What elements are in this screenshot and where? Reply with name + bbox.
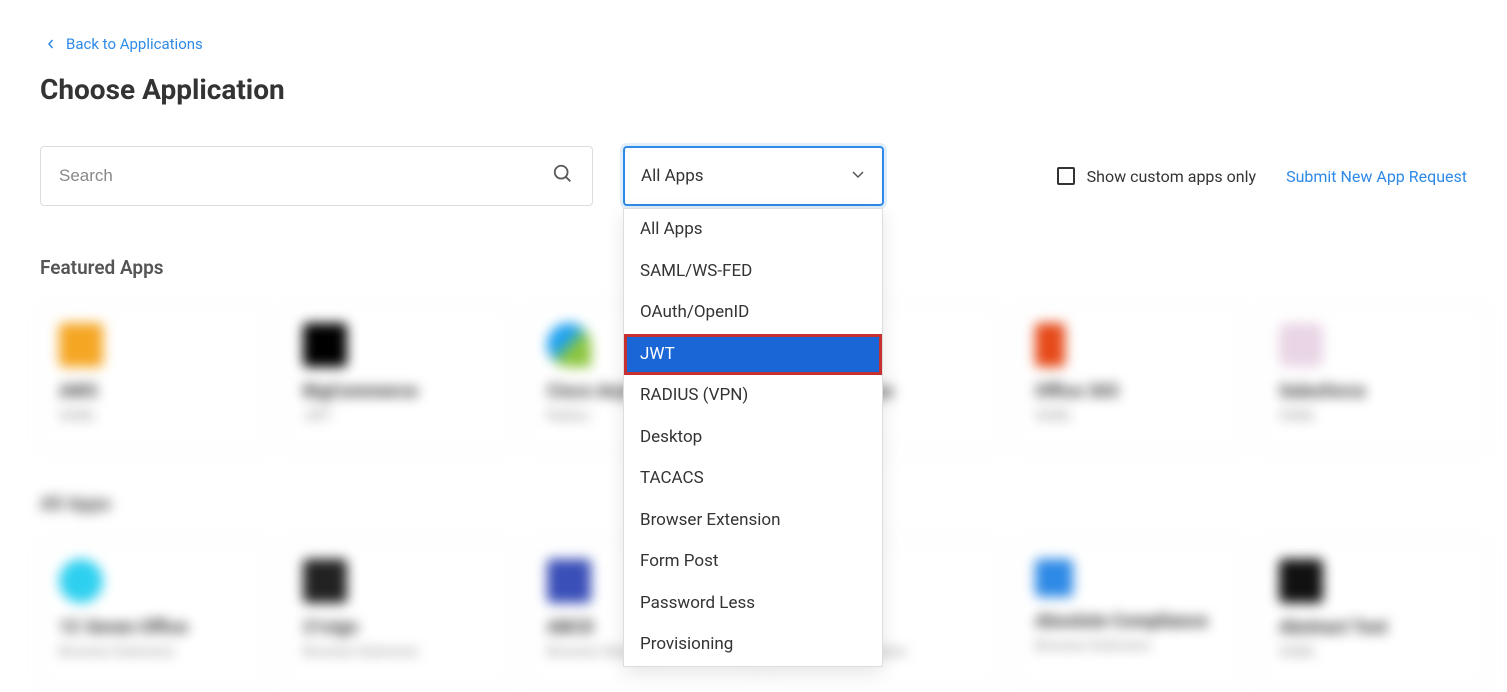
app-icon xyxy=(547,323,591,367)
app-card[interactable]: Absolute Compliance Browser Extension xyxy=(1016,540,1244,688)
dropdown-item-desktop[interactable]: Desktop xyxy=(624,417,882,459)
back-link-label: Back to Applications xyxy=(66,35,203,53)
checkbox-icon xyxy=(1057,167,1075,185)
app-name: Salesforce xyxy=(1279,381,1469,402)
show-custom-apps-checkbox[interactable]: Show custom apps only xyxy=(1057,167,1256,186)
dropdown-menu: All Apps SAML/WS-FED OAuth/OpenID JWT RA… xyxy=(623,208,883,667)
dropdown-item-saml[interactable]: SAML/WS-FED xyxy=(624,251,882,293)
app-name: 1C Seven Office xyxy=(59,617,249,638)
dropdown-item-form-post[interactable]: Form Post xyxy=(624,541,882,583)
app-card[interactable]: 21sign Browser Extension xyxy=(284,540,512,688)
app-name: Office 365 xyxy=(1035,381,1225,402)
app-icon xyxy=(1279,559,1323,603)
dropdown-item-jwt[interactable]: JWT xyxy=(624,334,882,376)
app-type: SAML xyxy=(1279,408,1469,424)
app-type: Browser Extension xyxy=(1035,638,1225,654)
page-title: Choose Application xyxy=(40,73,1467,106)
app-card[interactable]: AWS SAML xyxy=(40,304,268,452)
dropdown-item-oauth[interactable]: OAuth/OpenID xyxy=(624,292,882,334)
controls-row: All Apps All Apps SAML/WS-FED OAuth/Open… xyxy=(40,146,1467,206)
app-card[interactable]: Abstract Test SAML xyxy=(1260,540,1488,688)
chevron-left-icon xyxy=(46,39,56,49)
dropdown-item-tacacs[interactable]: TACACS xyxy=(624,458,882,500)
app-name: Abstract Test xyxy=(1279,617,1469,638)
app-card[interactable]: Office 365 SAML xyxy=(1016,304,1244,452)
search-input[interactable] xyxy=(59,166,552,186)
app-card[interactable]: Salesforce SAML xyxy=(1260,304,1488,452)
app-name: AWS xyxy=(59,381,249,402)
submit-new-app-request-link[interactable]: Submit New App Request xyxy=(1286,167,1467,186)
app-name: 21sign xyxy=(303,617,493,638)
checkbox-label: Show custom apps only xyxy=(1087,167,1256,186)
app-type: SAML xyxy=(1035,408,1225,424)
app-icon xyxy=(303,559,347,603)
app-icon xyxy=(1035,323,1065,367)
app-icon xyxy=(59,323,103,367)
app-type: Browser Extension xyxy=(303,644,493,660)
app-icon xyxy=(1279,323,1323,367)
app-icon xyxy=(1035,559,1073,597)
app-icon xyxy=(303,323,347,367)
app-name: BigCommerce xyxy=(303,381,493,402)
search-icon xyxy=(552,163,574,189)
dropdown-item-radius[interactable]: RADIUS (VPN) xyxy=(624,375,882,417)
chevron-down-icon xyxy=(850,166,866,186)
dropdown-item-provisioning[interactable]: Provisioning xyxy=(624,624,882,666)
dropdown-item-all-apps[interactable]: All Apps xyxy=(624,209,882,251)
dropdown-selected-label: All Apps xyxy=(641,166,704,186)
app-card[interactable]: BigCommerce JWT xyxy=(284,304,512,452)
app-type: SAML xyxy=(1279,644,1469,660)
dropdown-item-browser-ext[interactable]: Browser Extension xyxy=(624,500,882,542)
app-type: JWT xyxy=(303,408,493,424)
app-icon xyxy=(59,559,103,603)
app-icon xyxy=(547,559,591,603)
app-type: Browser Extension xyxy=(59,644,249,660)
app-type-dropdown[interactable]: All Apps xyxy=(623,146,884,206)
app-card[interactable]: 1C Seven Office Browser Extension xyxy=(40,540,268,688)
app-name: Absolute Compliance xyxy=(1035,611,1225,632)
search-box[interactable] xyxy=(40,146,593,206)
back-to-applications-link[interactable]: Back to Applications xyxy=(40,0,203,73)
dropdown-item-password-less[interactable]: Password Less xyxy=(624,583,882,625)
app-type: SAML xyxy=(59,408,249,424)
